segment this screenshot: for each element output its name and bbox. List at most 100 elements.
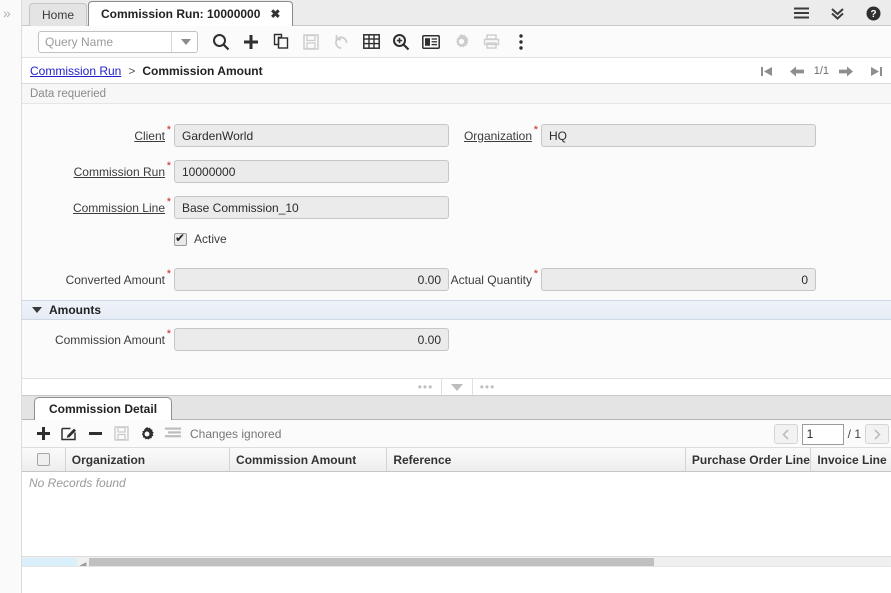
grid-header-select-all[interactable] xyxy=(22,448,66,471)
record-navigation: 1/1 xyxy=(752,58,891,84)
add-row-icon[interactable] xyxy=(30,421,56,447)
field-converted-amount-label-text: Converted Amount xyxy=(66,273,165,287)
form-area: Client * GardenWorld Organization * HQ xyxy=(22,104,891,300)
splitter-right-handle[interactable]: ••• xyxy=(473,378,503,396)
chevron-down-icon[interactable] xyxy=(442,378,472,396)
grid-header-organization[interactable]: Organization xyxy=(66,448,230,471)
field-organization-label[interactable]: Organization * xyxy=(447,129,532,143)
grid-pager: / 1 xyxy=(774,420,889,448)
delete-row-icon[interactable] xyxy=(82,421,108,447)
menu-icon[interactable] xyxy=(783,0,819,26)
double-chevron-right-icon[interactable]: » xyxy=(3,6,9,20)
amounts-section-body: Commission Amount * 0.00 xyxy=(22,320,891,378)
main-toolbar xyxy=(22,26,891,58)
field-commission-amount: Commission Amount * 0.00 xyxy=(30,328,449,351)
field-commission-amount-input[interactable]: 0.00 xyxy=(174,328,449,351)
field-commission-line: Commission Line * Base Commission_10 xyxy=(30,196,449,219)
grid-header-reference-label: Reference xyxy=(393,453,451,467)
tab-home[interactable]: Home xyxy=(29,3,87,26)
record-position: 1/1 xyxy=(812,65,831,77)
more-options-icon[interactable] xyxy=(506,28,536,56)
field-commission-amount-value: 0.00 xyxy=(418,333,441,347)
print-icon xyxy=(476,28,506,56)
previous-record-button[interactable] xyxy=(782,58,812,84)
field-commission-line-input[interactable]: Base Commission_10 xyxy=(174,196,449,219)
detail-tab-strip: Commission Detail xyxy=(22,396,891,420)
close-icon[interactable]: ✖ xyxy=(270,7,280,21)
required-marker: * xyxy=(534,268,538,280)
required-marker: * xyxy=(167,160,171,172)
required-marker: * xyxy=(167,268,171,280)
save-row-icon xyxy=(108,421,134,447)
field-converted-amount: Converted Amount * 0.00 xyxy=(30,268,449,291)
field-commission-run-input[interactable]: 10000000 xyxy=(174,160,449,183)
field-client-label[interactable]: Client * xyxy=(30,129,165,143)
zoom-icon[interactable] xyxy=(386,28,416,56)
field-actual-quantity-value: 0 xyxy=(801,273,808,287)
chevron-down-icon[interactable] xyxy=(181,39,191,45)
status-bar: Data requeried xyxy=(22,84,891,104)
field-commission-amount-label: Commission Amount * xyxy=(30,333,165,347)
field-client-label-text: Client xyxy=(134,129,165,143)
grid-body: No Records found xyxy=(22,472,891,556)
field-commission-line-label-text: Commission Line xyxy=(73,201,165,215)
grid-header-reference[interactable]: Reference xyxy=(387,448,686,471)
help-icon[interactable]: ? xyxy=(855,0,891,26)
field-actual-quantity-label: Actual Quantity * xyxy=(447,273,532,287)
field-client-input[interactable]: GardenWorld xyxy=(174,124,449,147)
detail-panel: Commission Detail xyxy=(22,396,891,573)
active-checkbox[interactable] xyxy=(174,233,187,246)
field-converted-amount-label: Converted Amount * xyxy=(30,273,165,287)
required-marker: * xyxy=(534,124,538,136)
grid-toggle-icon[interactable] xyxy=(356,28,386,56)
first-record-button[interactable] xyxy=(752,58,782,84)
last-record-button[interactable] xyxy=(861,58,891,84)
grid-toolbar-note: Changes ignored xyxy=(190,427,281,441)
main-window: Commission Run > Commission Amount 1/1 xyxy=(22,26,891,593)
splitter-left-handle[interactable]: ••• xyxy=(411,378,441,396)
grid-header-invoice-line-label: Invoice Line xyxy=(817,453,886,467)
field-actual-quantity: Actual Quantity * 0 xyxy=(447,268,816,291)
field-organization-input[interactable]: HQ xyxy=(541,124,816,147)
amounts-section-title: Amounts xyxy=(49,303,101,317)
field-active: Active xyxy=(174,232,227,246)
settings-gear-icon xyxy=(446,28,476,56)
new-record-icon[interactable] xyxy=(236,28,266,56)
grid-header-invoice-line[interactable]: Invoice Line xyxy=(811,448,891,471)
tab-commission-detail[interactable]: Commission Detail xyxy=(34,397,172,421)
grid-header-organization-label: Organization xyxy=(72,453,145,467)
breadcrumb-parent-link[interactable]: Commission Run xyxy=(30,64,121,78)
tab-commission-run[interactable]: Commission Run: 10000000 ✖ xyxy=(88,1,293,26)
svg-text:?: ? xyxy=(870,9,876,20)
field-commission-run: Commission Run * 10000000 xyxy=(30,160,449,183)
double-chevron-down-icon[interactable] xyxy=(819,0,855,26)
grid-toolbar: Changes ignored / 1 xyxy=(22,420,891,448)
field-converted-amount-input[interactable]: 0.00 xyxy=(174,268,449,291)
query-name-combo[interactable] xyxy=(38,31,198,53)
amounts-section-header[interactable]: Amounts xyxy=(22,300,891,320)
required-marker: * xyxy=(167,328,171,340)
field-commission-line-label[interactable]: Commission Line * xyxy=(30,201,165,215)
select-all-checkbox[interactable] xyxy=(37,453,50,466)
copy-record-icon[interactable] xyxy=(266,28,296,56)
next-record-button[interactable] xyxy=(831,58,861,84)
breadcrumb-separator: > xyxy=(128,64,135,78)
tab-commission-detail-label: Commission Detail xyxy=(49,402,157,416)
query-name-input[interactable] xyxy=(39,32,169,52)
field-commission-run-label[interactable]: Commission Run * xyxy=(30,165,165,179)
grid-header-commission-amount[interactable]: Commission Amount xyxy=(230,448,387,471)
row-settings-icon[interactable] xyxy=(134,421,160,447)
panel-splitter[interactable]: ••• ••• xyxy=(22,378,891,396)
header-icon-group: ? xyxy=(783,0,891,26)
grid-header-purchase-order-line[interactable]: Purchase Order Line xyxy=(686,448,811,471)
edit-row-icon[interactable] xyxy=(56,421,82,447)
panel-bottom-edge xyxy=(22,566,891,573)
breadcrumb: Commission Run > Commission Amount 1/1 xyxy=(22,58,891,84)
required-marker: * xyxy=(167,196,171,208)
changes-list-icon xyxy=(160,421,186,447)
grid-page-input[interactable] xyxy=(802,424,844,445)
search-icon[interactable] xyxy=(206,28,236,56)
field-actual-quantity-input[interactable]: 0 xyxy=(541,268,816,291)
attachment-icon[interactable] xyxy=(416,28,446,56)
chevron-down-icon[interactable] xyxy=(32,307,42,313)
